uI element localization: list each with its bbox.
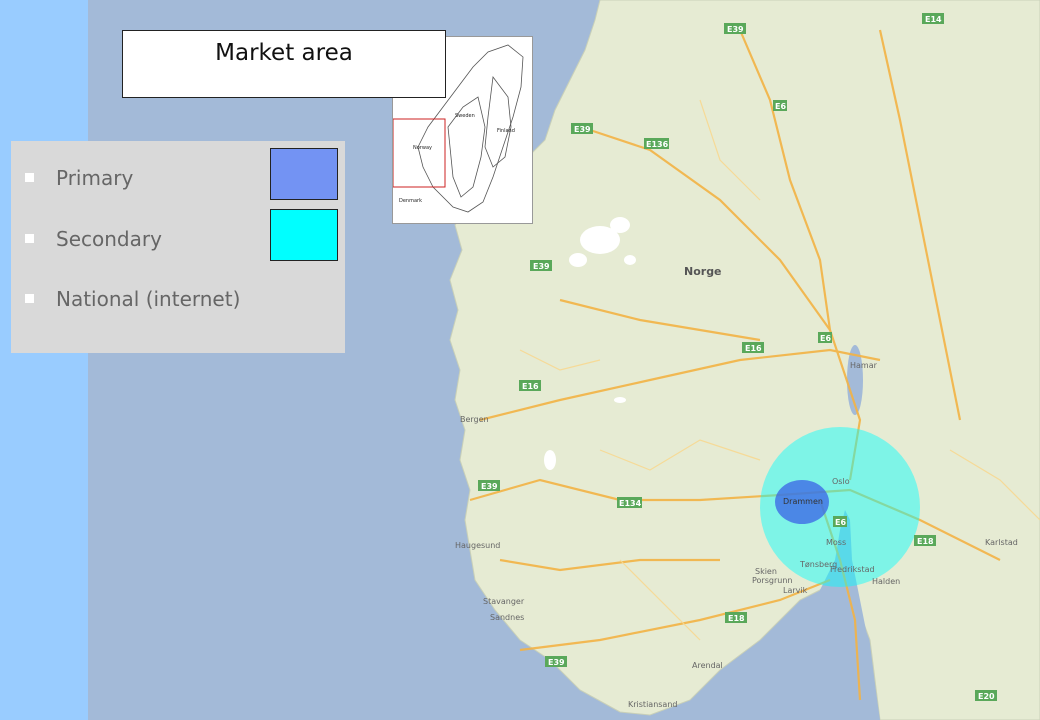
map-slide: E39 E14 E6 E39 E136 E39 E6 E16 E16 E39 E…	[0, 0, 1040, 720]
city-oslo: Oslo	[832, 477, 850, 486]
svg-text:E39: E39	[481, 482, 498, 491]
city-fredrikstad: Fredrikstad	[830, 565, 875, 574]
svg-text:E18: E18	[917, 537, 934, 546]
city-drammen: Drammen	[783, 497, 823, 506]
bullet-icon	[25, 234, 34, 243]
city-karlstad: Karlstad	[985, 538, 1018, 547]
city-sandnes: Sandnes	[490, 613, 524, 622]
city-halden: Halden	[872, 577, 900, 586]
legend-item-primary: Primary	[25, 163, 133, 193]
bullet-icon	[25, 173, 34, 182]
svg-text:E39: E39	[533, 262, 550, 271]
svg-text:E6: E6	[820, 334, 831, 343]
svg-text:E134: E134	[619, 499, 642, 508]
svg-text:E136: E136	[646, 140, 669, 149]
city-porsgrunn: Porsgrunn	[752, 576, 792, 585]
svg-text:E39: E39	[574, 125, 591, 134]
legend-item-secondary: Secondary	[25, 224, 162, 254]
city-hamar: Hamar	[850, 361, 878, 370]
left-accent-strip	[0, 0, 88, 720]
city-haugesund: Haugesund	[455, 541, 500, 550]
city-skien: Skien	[755, 567, 777, 576]
inset-sweden-outline	[447, 96, 486, 198]
legend-label: National (internet)	[56, 287, 241, 311]
city-stavanger: Stavanger	[483, 597, 525, 606]
svg-text:E16: E16	[522, 382, 539, 391]
svg-text:E39: E39	[727, 25, 744, 34]
legend: Primary Secondary National (internet)	[11, 141, 345, 353]
lake	[614, 397, 626, 403]
inset-label-norway: Norway	[413, 145, 432, 151]
svg-text:E20: E20	[978, 692, 995, 701]
city-kristiansand: Kristiansand	[628, 700, 677, 709]
city-bergen: Bergen	[460, 415, 489, 424]
bullet-icon	[25, 294, 34, 303]
inset-label-denmark: Denmark	[399, 198, 422, 204]
svg-text:E6: E6	[835, 518, 846, 527]
legend-swatch-secondary	[270, 209, 338, 261]
page-title: Market area	[122, 30, 446, 98]
svg-text:E16: E16	[745, 344, 762, 353]
svg-text:E18: E18	[728, 614, 745, 623]
city-arendal: Arendal	[692, 661, 723, 670]
inset-label-sweden: Sweden	[455, 113, 475, 119]
inset-highlight-frame	[393, 118, 446, 188]
legend-label: Primary	[56, 166, 134, 190]
city-moss: Moss	[826, 538, 846, 547]
svg-text:E39: E39	[548, 658, 565, 667]
inset-finland-outline	[484, 75, 512, 168]
svg-text:E6: E6	[775, 102, 786, 111]
svg-text:E14: E14	[925, 15, 942, 24]
legend-swatch-primary	[270, 148, 338, 200]
inset-label-finland: Finland	[497, 128, 515, 134]
country-label: Norge	[684, 265, 722, 278]
city-larvik: Larvik	[783, 586, 808, 595]
legend-label: Secondary	[56, 227, 162, 251]
legend-item-national: National (internet)	[25, 284, 240, 314]
